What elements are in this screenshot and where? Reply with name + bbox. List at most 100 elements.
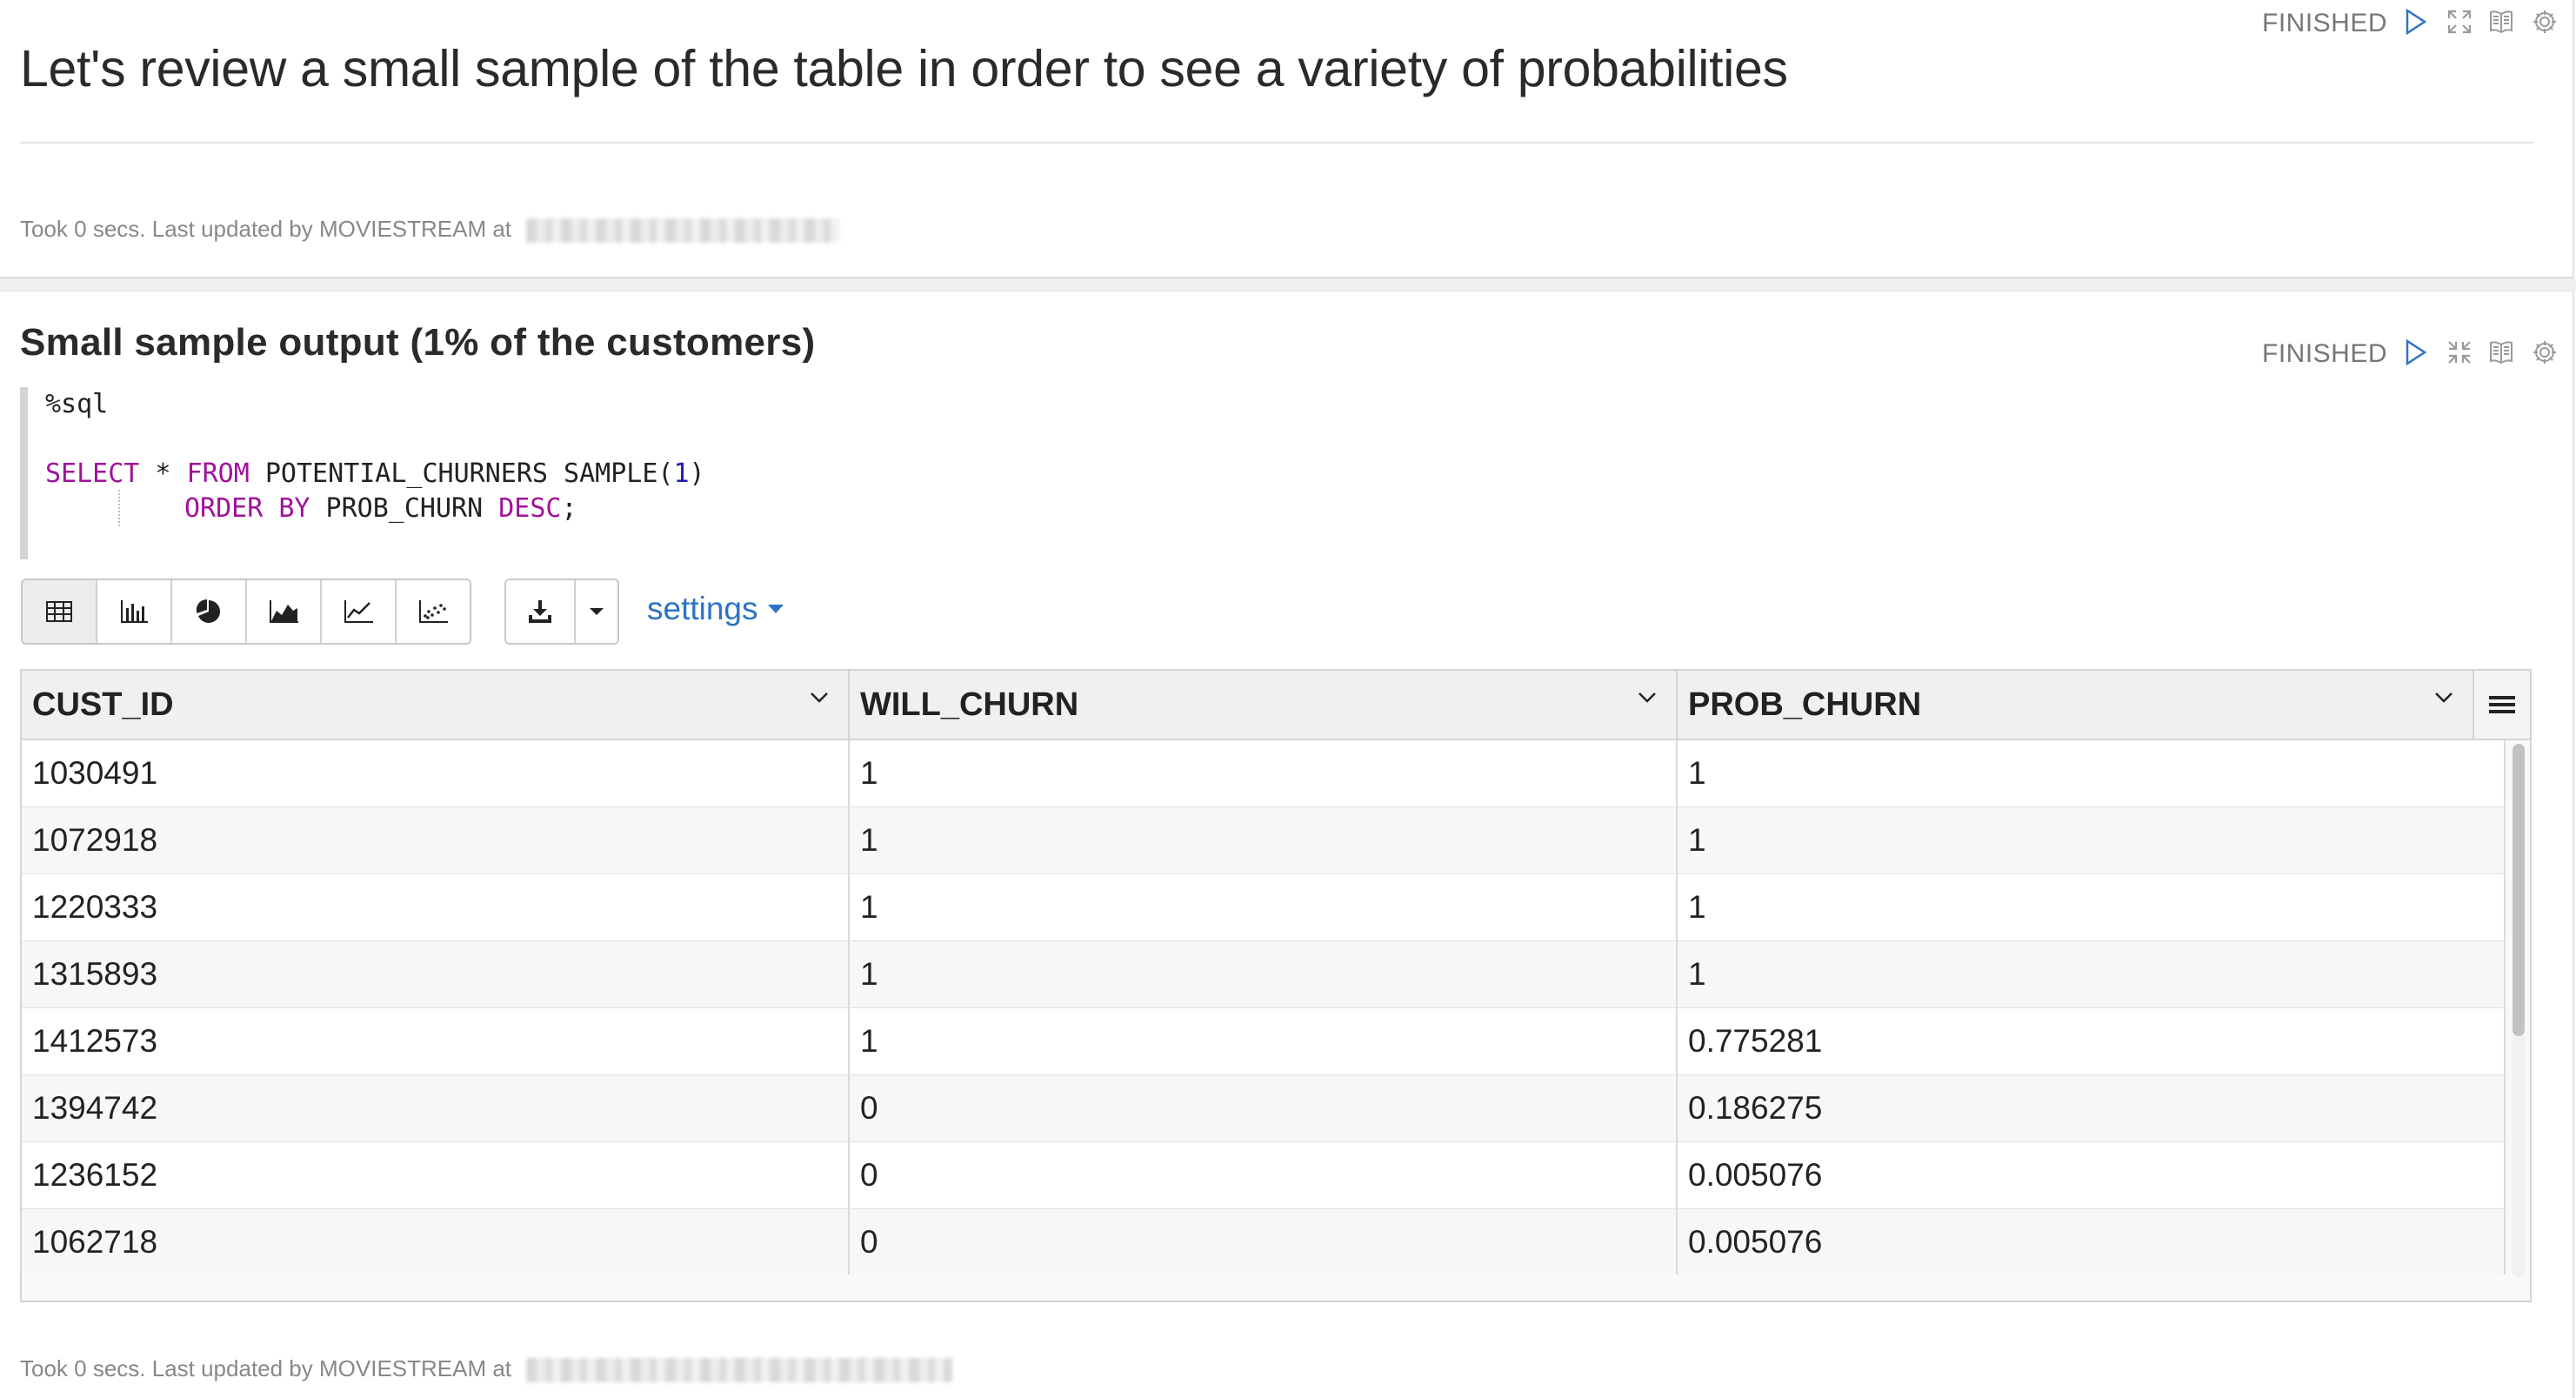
redacted-timestamp bbox=[526, 1358, 953, 1383]
chevron-down-icon bbox=[1638, 692, 1656, 703]
table-cell: 0.186275 bbox=[1678, 1075, 2506, 1141]
column-header-label: WILL_CHURN bbox=[860, 686, 1079, 723]
code-line-3: SELECT * FROM POTENTIAL_CHURNERS SAMPLE(… bbox=[45, 457, 705, 492]
table-cell: 1394742 bbox=[22, 1075, 850, 1141]
code-token: * bbox=[139, 458, 187, 489]
expand-icon bbox=[2447, 10, 2472, 34]
code-token: PROB_CHURN bbox=[310, 493, 499, 524]
column-header-cust-id[interactable]: CUST_ID bbox=[22, 671, 850, 739]
column-header-label: PROB_CHURN bbox=[1688, 686, 1922, 723]
table-body: 1030491 1 1 1072918 1 1 1220333 1 1 1315893 1 1 1412… bbox=[22, 740, 2507, 1274]
paragraph-title: Let's review a small sample of the table… bbox=[20, 40, 1788, 97]
vertical-scrollbar[interactable] bbox=[2513, 744, 2525, 1278]
bar-chart-icon bbox=[121, 600, 148, 623]
paragraph-1: FINISHED Let's review a small sample of … bbox=[0, 0, 2574, 278]
chevron-down-icon bbox=[811, 692, 828, 703]
gear-icon bbox=[2533, 341, 2556, 364]
paragraph-title: Small sample output (1% of the customers… bbox=[20, 321, 816, 364]
download-button[interactable] bbox=[506, 580, 576, 643]
table-cell: 0 bbox=[850, 1075, 1678, 1141]
run-paragraph-button[interactable] bbox=[2401, 7, 2431, 37]
footer-text: Took 0 secs. Last updated by MOVIESTREAM… bbox=[20, 216, 512, 242]
bar-chart-view-button[interactable] bbox=[97, 580, 172, 643]
shrink-paragraph-button[interactable] bbox=[2445, 338, 2474, 367]
play-icon bbox=[2406, 9, 2427, 35]
scatter-chart-view-button[interactable] bbox=[397, 580, 470, 643]
table-cell: 1 bbox=[1678, 740, 2506, 806]
table-row: 1412573 1 0.775281 bbox=[22, 1008, 2506, 1076]
paragraph-separator bbox=[0, 278, 2576, 291]
chevron-down-icon bbox=[2435, 692, 2453, 703]
table-row: 1315893 1 1 bbox=[22, 941, 2506, 1009]
table-cell: 1 bbox=[1678, 807, 2506, 873]
run-paragraph-button[interactable] bbox=[2401, 338, 2431, 367]
line-chart-icon bbox=[344, 600, 373, 623]
results-table: CUST_ID WILL_CHURN PROB_CHURN 1030491 1 1 1… bbox=[20, 669, 2532, 1302]
download-icon bbox=[529, 600, 551, 623]
code-number: 1 bbox=[673, 458, 690, 489]
table-cell: 0.775281 bbox=[1678, 1008, 2506, 1074]
column-header-will-churn[interactable]: WILL_CHURN bbox=[850, 671, 1678, 739]
code-editor[interactable]: %sql SELECT * FROM POTENTIAL_CHURNERS SA… bbox=[20, 387, 1767, 559]
pie-chart-view-button[interactable] bbox=[172, 580, 247, 643]
settings-toggle[interactable]: settings bbox=[647, 591, 784, 627]
scrollbar-thumb[interactable] bbox=[2513, 744, 2525, 1036]
expand-paragraph-button[interactable] bbox=[2445, 7, 2474, 37]
table-cell: 0 bbox=[850, 1142, 1678, 1208]
table-cell: 1072918 bbox=[22, 807, 850, 873]
table-header: CUST_ID WILL_CHURN PROB_CHURN bbox=[22, 671, 2530, 740]
paragraph-status: FINISHED bbox=[2262, 9, 2388, 37]
table-cell: 1030491 bbox=[22, 740, 850, 806]
paragraph-2: FINISHED Small sample output (1% of the … bbox=[0, 291, 2574, 1398]
gear-icon bbox=[2533, 10, 2556, 33]
paragraph-settings-button[interactable] bbox=[2530, 338, 2559, 367]
footer-text: Took 0 secs. Last updated by MOVIESTREAM… bbox=[20, 1355, 512, 1381]
table-row: 1030491 1 1 bbox=[22, 740, 2506, 808]
interpreter-directive: %sql bbox=[45, 389, 109, 419]
table-row: 1394742 0 0.186275 bbox=[22, 1075, 2506, 1143]
table-row: 1236152 0 0.005076 bbox=[22, 1142, 2506, 1210]
book-icon bbox=[2490, 10, 2513, 34]
table-view-button[interactable] bbox=[23, 580, 97, 643]
table-icon bbox=[46, 601, 72, 622]
keyword-order-by: ORDER BY bbox=[184, 493, 310, 524]
divider bbox=[20, 142, 2533, 144]
column-header-prob-churn[interactable]: PROB_CHURN bbox=[1678, 671, 2474, 739]
pie-chart-icon bbox=[196, 599, 220, 623]
caret-down-icon bbox=[767, 605, 784, 613]
table-cell: 1 bbox=[850, 874, 1678, 940]
line-chart-view-button[interactable] bbox=[322, 580, 397, 643]
toggle-editor-button[interactable] bbox=[2486, 7, 2516, 37]
table-cell: 1 bbox=[850, 807, 1678, 873]
redacted-timestamp bbox=[526, 218, 840, 244]
caret-down-icon bbox=[590, 608, 604, 615]
keyword-select: SELECT bbox=[45, 458, 140, 489]
shrink-icon bbox=[2448, 341, 2471, 364]
table-cell: 1236152 bbox=[22, 1142, 850, 1208]
table-cell: 1 bbox=[1678, 941, 2506, 1007]
code-token: ) bbox=[689, 458, 705, 489]
paragraph-settings-button[interactable] bbox=[2530, 7, 2559, 37]
table-cell: 1 bbox=[850, 941, 1678, 1007]
paragraph-footer: Took 0 secs. Last updated by MOVIESTREAM… bbox=[20, 1355, 953, 1383]
paragraph-status: FINISHED bbox=[2262, 339, 2388, 368]
keyword-from: FROM bbox=[186, 458, 250, 489]
visualization-toolbar bbox=[21, 579, 471, 645]
scatter-chart-icon bbox=[419, 600, 448, 623]
download-group bbox=[504, 579, 619, 645]
table-row: 1220333 1 1 bbox=[22, 874, 2506, 942]
grid-menu-button[interactable] bbox=[2474, 671, 2530, 739]
area-chart-view-button[interactable] bbox=[247, 580, 322, 643]
table-cell: 0.005076 bbox=[1678, 1142, 2506, 1208]
table-cell: 0.005076 bbox=[1678, 1209, 2506, 1274]
settings-label: settings bbox=[647, 591, 758, 626]
table-cell: 1 bbox=[850, 740, 1678, 806]
toggle-editor-button[interactable] bbox=[2486, 338, 2516, 367]
code-token: ; bbox=[561, 493, 577, 524]
table-cell: 1062718 bbox=[22, 1209, 850, 1274]
keyword-desc: DESC bbox=[498, 493, 562, 524]
table-row: 1072918 1 1 bbox=[22, 807, 2506, 875]
table-cell: 1220333 bbox=[22, 874, 850, 940]
download-options-button[interactable] bbox=[576, 580, 617, 643]
indent-guide bbox=[118, 490, 120, 526]
